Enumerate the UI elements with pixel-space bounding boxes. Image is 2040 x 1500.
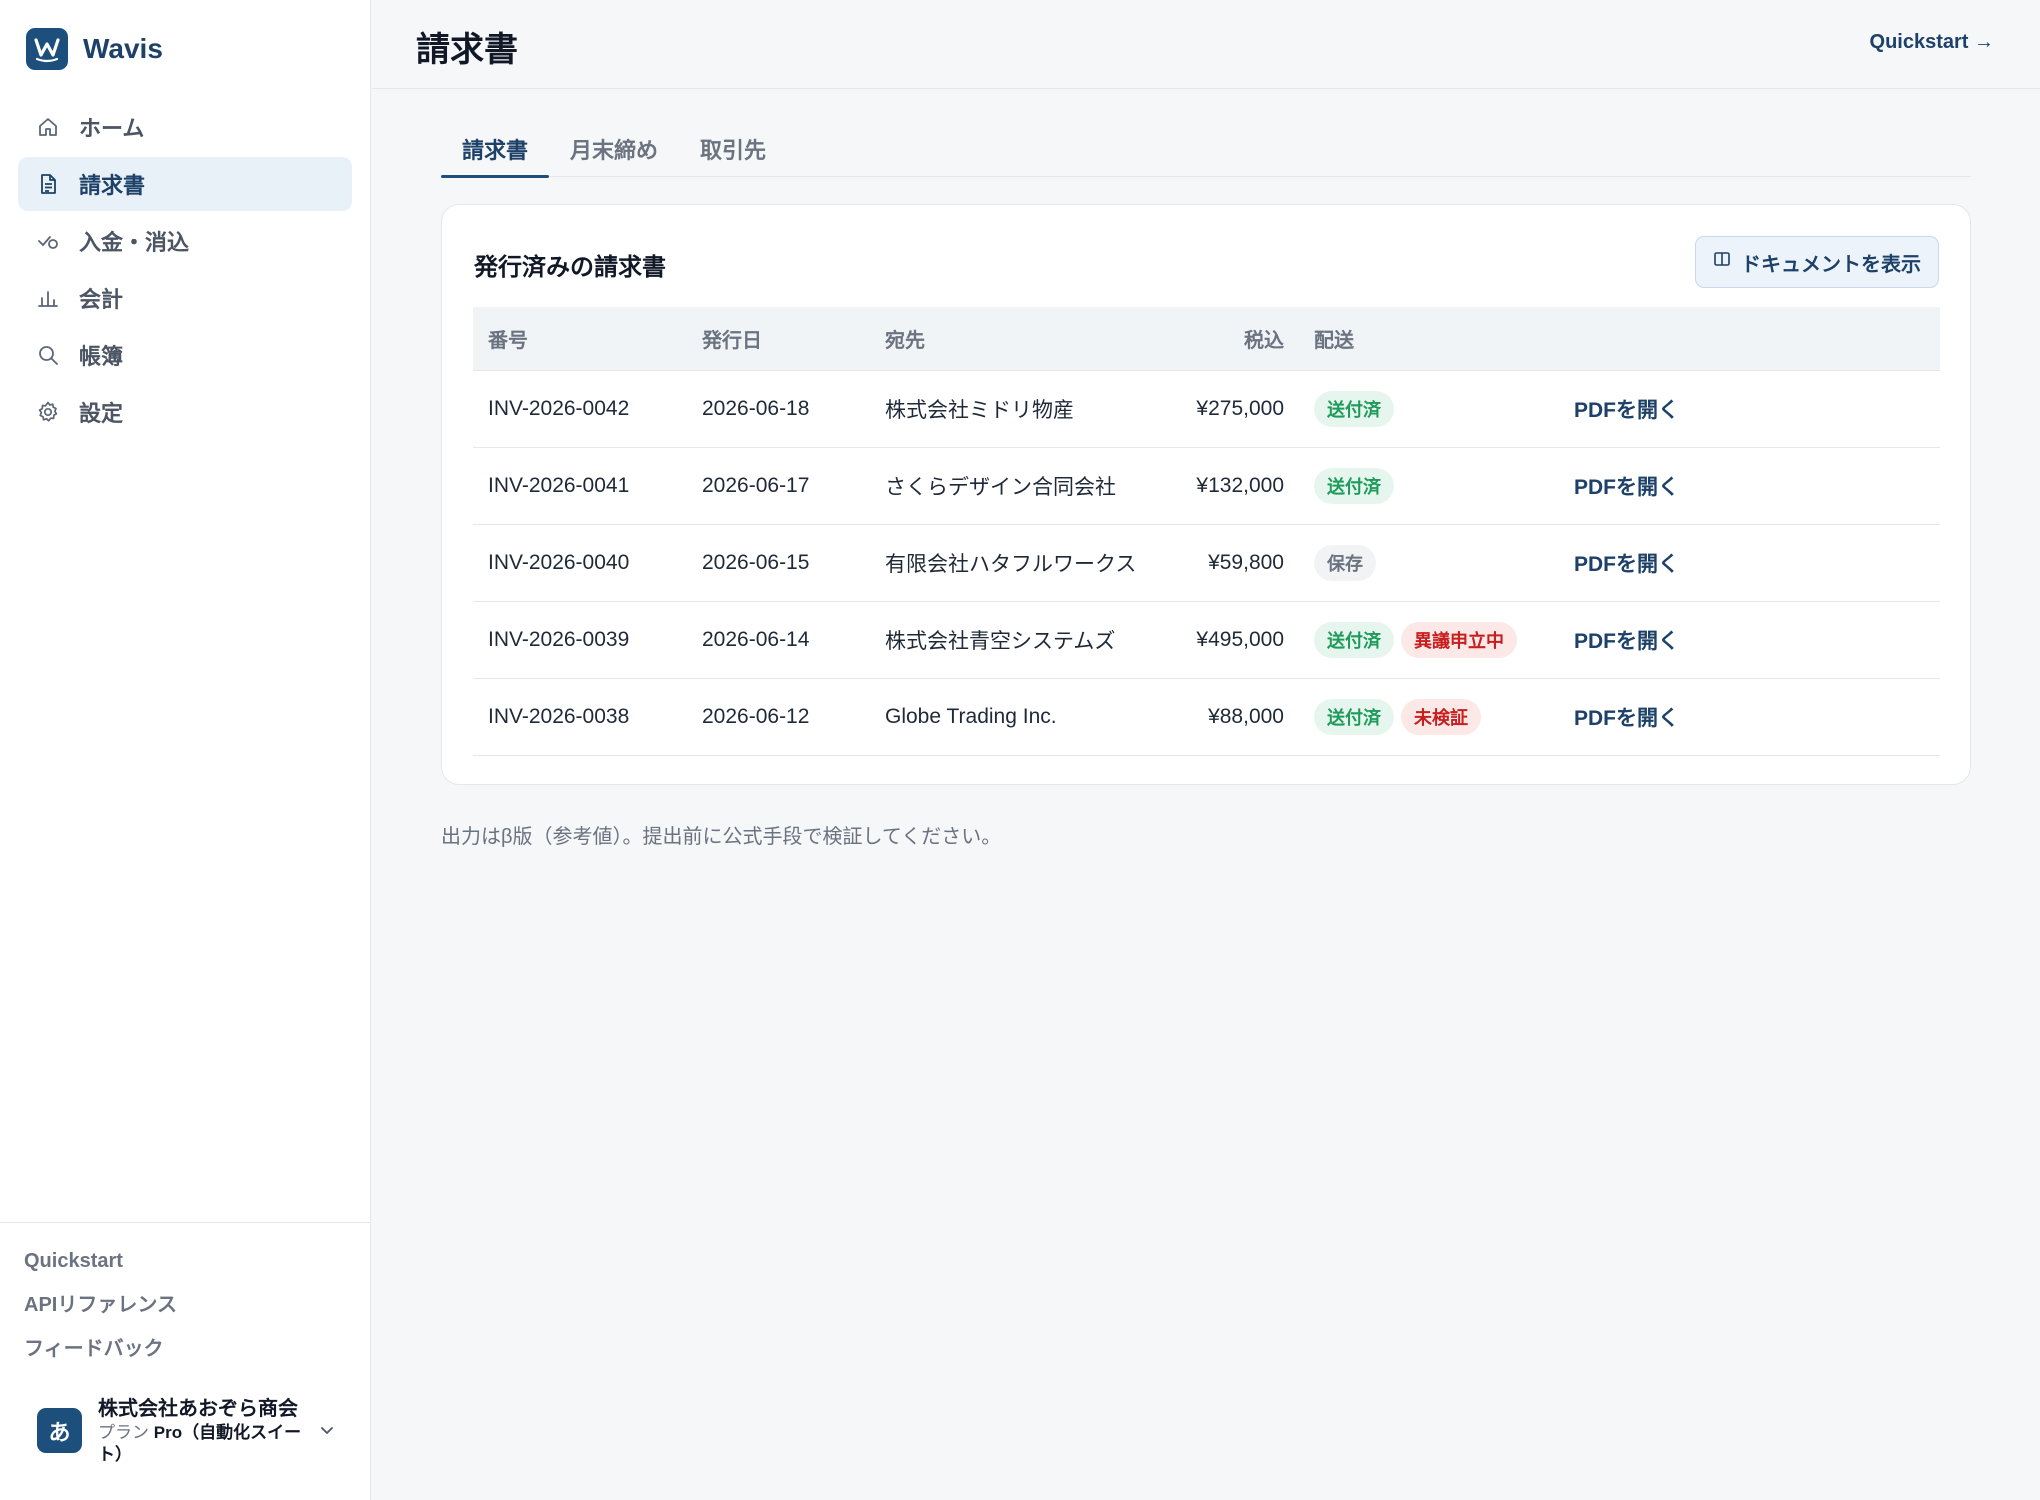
gear-icon xyxy=(35,399,61,425)
table-row: INV-2026-0039 2026-06-14 株式会社青空システムズ ¥49… xyxy=(473,602,1940,679)
app-name: Wavis xyxy=(83,33,163,64)
column-header-amount: 税込 xyxy=(1244,330,1284,352)
tab-month-end-close[interactable]: 月末締め xyxy=(549,120,679,177)
book-icon xyxy=(1713,250,1731,274)
status-badge: 保存 xyxy=(1314,545,1376,581)
open-pdf-link[interactable]: PDFを開く xyxy=(1574,630,1679,653)
document-icon xyxy=(35,171,61,197)
quickstart-link[interactable]: Quickstart xyxy=(24,1248,177,1292)
home-icon xyxy=(35,114,61,140)
table-row: INV-2026-0042 2026-06-18 株式会社ミドリ物産 ¥275,… xyxy=(473,371,1940,448)
sidebar-item-invoices[interactable]: 請求書 xyxy=(18,157,352,211)
invoice-date: 2026-06-18 xyxy=(702,397,810,420)
avatar: あ xyxy=(37,1408,82,1453)
header-quickstart-link[interactable]: Quickstart → xyxy=(1870,31,1994,54)
sidebar-item-label: 入金・消込 xyxy=(79,230,190,255)
sidebar: Wavis ホーム 請求書 入金・消込 会計 帳簿 設定 Quickstart … xyxy=(0,0,371,1500)
invoice-number: INV-2026-0042 xyxy=(488,397,630,420)
invoice-number: INV-2026-0040 xyxy=(488,551,630,574)
account-info: 株式会社あおぞら商会 プラン Pro（自動化スイート） xyxy=(98,1396,306,1466)
delivery-badges: 保存 xyxy=(1284,545,1574,581)
delivery-badges: 送付済 xyxy=(1284,391,1574,427)
app-logo-icon xyxy=(26,28,68,70)
card-title: 発行済みの請求書 xyxy=(474,254,666,281)
account-plan: プラン Pro（自動化スイート） xyxy=(98,1422,306,1466)
sidebar-item-payments[interactable]: 入金・消込 xyxy=(18,214,352,268)
sidebar-item-label: ホーム xyxy=(79,116,145,141)
delivery-badges: 送付済 未検証 xyxy=(1284,699,1574,735)
invoice-recipient: Globe Trading Inc. xyxy=(885,705,1057,728)
column-header-number: 番号 xyxy=(488,330,528,352)
account-switcher[interactable]: あ 株式会社あおぞら商会 プラン Pro（自動化スイート） xyxy=(37,1396,337,1466)
plan-label: プラン xyxy=(98,1423,149,1442)
status-badge: 送付済 xyxy=(1314,622,1394,658)
invoice-date: 2026-06-15 xyxy=(702,551,810,574)
tab-bar: 請求書 月末締め 取引先 xyxy=(441,120,1971,178)
invoice-date: 2026-06-17 xyxy=(702,474,810,497)
sidebar-item-label: 会計 xyxy=(79,287,124,312)
delivery-badges: 送付済 異議申立中 xyxy=(1284,622,1574,658)
chevron-down-icon xyxy=(317,1420,337,1440)
view-docs-label: ドキュメントを表示 xyxy=(1741,253,1921,276)
invoice-recipient: 株式会社青空システムズ xyxy=(885,630,1116,653)
table-header: 番号 発行日 宛先 税込 配送 xyxy=(473,307,1940,371)
search-icon xyxy=(35,342,61,368)
invoice-recipient: さくらデザイン合同会社 xyxy=(885,476,1116,499)
sidebar-item-ledger[interactable]: 帳簿 xyxy=(18,328,352,382)
invoice-number: INV-2026-0041 xyxy=(488,474,630,497)
sidebar-item-label: 設定 xyxy=(79,401,124,426)
open-pdf-link[interactable]: PDFを開く xyxy=(1574,476,1679,499)
page-title: 請求書 xyxy=(416,31,518,69)
invoice-date: 2026-06-14 xyxy=(702,628,810,651)
status-badge: 送付済 xyxy=(1314,468,1394,504)
invoice-amount: ¥132,000 xyxy=(1196,474,1284,497)
page-header: 請求書 Quickstart → xyxy=(372,0,2040,89)
invoice-recipient: 有限会社ハタフルワークス xyxy=(885,553,1137,576)
status-badge: 送付済 xyxy=(1314,391,1394,427)
view-docs-button[interactable]: ドキュメントを表示 xyxy=(1695,236,1939,288)
table-row: INV-2026-0038 2026-06-12 Globe Trading I… xyxy=(473,679,1940,756)
status-badge: 送付済 xyxy=(1314,699,1394,735)
bar-chart-icon xyxy=(35,285,61,311)
invoice-amount: ¥275,000 xyxy=(1196,397,1284,420)
open-pdf-link[interactable]: PDFを開く xyxy=(1574,707,1679,730)
sidebar-item-settings[interactable]: 設定 xyxy=(18,385,352,439)
sidebar-item-home[interactable]: ホーム xyxy=(18,100,352,154)
invoice-date: 2026-06-12 xyxy=(702,705,810,728)
invoices-table: 番号 発行日 宛先 税込 配送 INV-2026-0042 2026-06-18… xyxy=(473,307,1940,756)
feedback-link[interactable]: フィードバック xyxy=(24,1336,177,1380)
invoice-number: INV-2026-0039 xyxy=(488,628,630,651)
invoice-amount: ¥59,800 xyxy=(1208,551,1284,574)
column-header-recipient: 宛先 xyxy=(885,330,925,352)
api-reference-link[interactable]: APIリファレンス xyxy=(24,1292,177,1336)
column-header-delivery: 配送 xyxy=(1314,330,1354,352)
check-coin-icon xyxy=(35,228,61,254)
tab-partners[interactable]: 取引先 xyxy=(679,120,787,177)
issued-invoices-card: 発行済みの請求書 ドキュメントを表示 番号 発行日 宛先 税込 配送 INV-2… xyxy=(441,204,1971,785)
tab-invoices[interactable]: 請求書 xyxy=(441,120,550,178)
invoice-number: INV-2026-0038 xyxy=(488,705,630,728)
beta-disclaimer: 出力はβ版（参考値）。提出前に公式手段で検証してください。 xyxy=(441,826,1002,848)
brand[interactable]: Wavis xyxy=(26,28,163,70)
table-row: INV-2026-0040 2026-06-15 有限会社ハタフルワークス ¥5… xyxy=(473,525,1940,602)
sidebar-item-accounting[interactable]: 会計 xyxy=(18,271,352,325)
invoice-recipient: 株式会社ミドリ物産 xyxy=(885,399,1074,422)
sidebar-footer-links: Quickstart APIリファレンス フィードバック xyxy=(24,1248,177,1380)
delivery-badges: 送付済 xyxy=(1284,468,1574,504)
sidebar-nav: ホーム 請求書 入金・消込 会計 帳簿 設定 xyxy=(18,100,352,442)
sidebar-divider xyxy=(0,1222,371,1223)
sidebar-item-label: 請求書 xyxy=(79,173,146,198)
unverified-badge: 未検証 xyxy=(1401,699,1481,735)
invoice-amount: ¥495,000 xyxy=(1196,628,1284,651)
open-pdf-link[interactable]: PDFを開く xyxy=(1574,553,1679,576)
column-header-date: 発行日 xyxy=(702,330,762,352)
open-pdf-link[interactable]: PDFを開く xyxy=(1574,399,1679,422)
invoice-amount: ¥88,000 xyxy=(1208,705,1284,728)
sidebar-item-label: 帳簿 xyxy=(79,344,124,369)
dispute-badge: 異議申立中 xyxy=(1401,622,1517,658)
account-name: 株式会社あおぞら商会 xyxy=(98,1398,298,1420)
table-row: INV-2026-0041 2026-06-17 さくらデザイン合同会社 ¥13… xyxy=(473,448,1940,525)
